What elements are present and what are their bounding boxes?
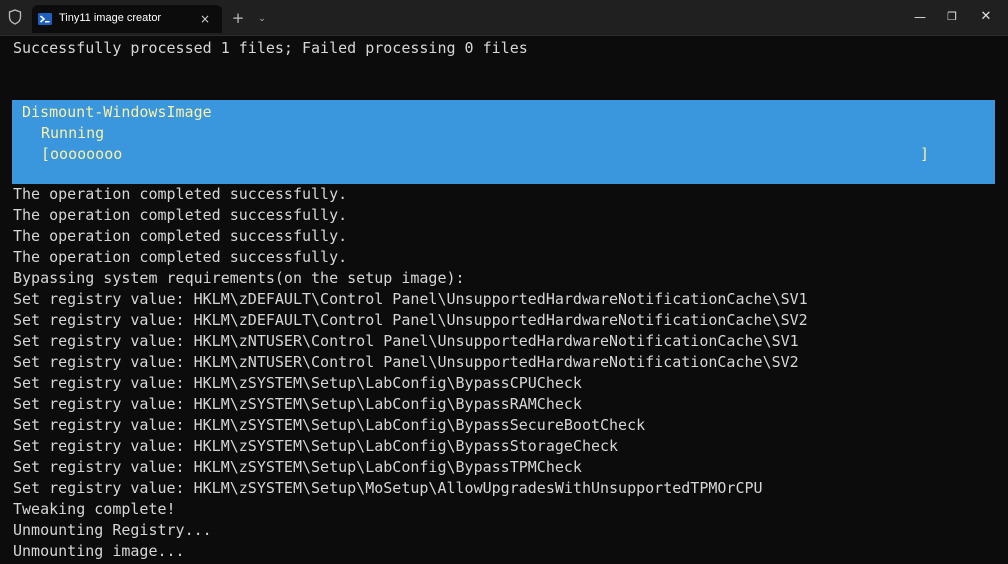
tab-title: Tiny11 image creator [59, 12, 162, 24]
terminal-output[interactable]: Successfully processed 1 files; Failed p… [0, 36, 1008, 564]
output-line: The operation completed successfully. [13, 185, 348, 203]
output-line: The operation completed successfully. [13, 206, 348, 224]
new-tab-button[interactable]: + [227, 8, 249, 30]
output-line: Set registry value: HKLM\zNTUSER\Control… [13, 332, 799, 350]
progress-bar-start: [oooooooo [41, 145, 123, 163]
output-line: Set registry value: HKLM\zNTUSER\Control… [13, 353, 799, 371]
progress-panel: Dismount-WindowsImage Running [oooooooo … [12, 100, 995, 184]
output-line: Tweaking complete! [13, 500, 176, 518]
title-bar: Tiny11 image creator × + ⌄ — ❐ ✕ [0, 0, 1008, 36]
output-line: Set registry value: HKLM\zSYSTEM\Setup\L… [13, 395, 582, 413]
progress-status: Running [41, 124, 105, 142]
output-line: Set registry value: HKLM\zSYSTEM\Setup\L… [13, 416, 646, 434]
terminal-icon [38, 13, 52, 25]
output-line: Set registry value: HKLM\zSYSTEM\Setup\L… [13, 437, 619, 455]
close-window-button[interactable]: ✕ [966, 0, 1006, 34]
output-line: Bypassing system requirements(on the set… [13, 269, 465, 287]
output-line: Set registry value: HKLM\zSYSTEM\Setup\L… [13, 374, 582, 392]
output-line: Set registry value: HKLM\zDEFAULT\Contro… [13, 311, 808, 329]
tab-dropdown-button[interactable]: ⌄ [253, 8, 271, 30]
summary-line: Successfully processed 1 files; Failed p… [13, 39, 528, 57]
output-line: Unmounting image... [13, 542, 185, 560]
tab-close-icon[interactable]: × [194, 8, 216, 30]
output-line: Set registry value: HKLM\zSYSTEM\Setup\M… [13, 479, 763, 497]
shield-icon [8, 9, 22, 25]
output-line: The operation completed successfully. [13, 248, 348, 266]
progress-bar-end: ] [920, 145, 930, 163]
output-line: Set registry value: HKLM\zDEFAULT\Contro… [13, 290, 808, 308]
output-line: Unmounting Registry... [13, 521, 212, 539]
progress-activity: Dismount-WindowsImage [22, 103, 212, 121]
output-line: The operation completed successfully. [13, 227, 348, 245]
output-line: Set registry value: HKLM\zSYSTEM\Setup\L… [13, 458, 582, 476]
tab-tiny11-image-creator[interactable]: Tiny11 image creator × [32, 5, 222, 33]
